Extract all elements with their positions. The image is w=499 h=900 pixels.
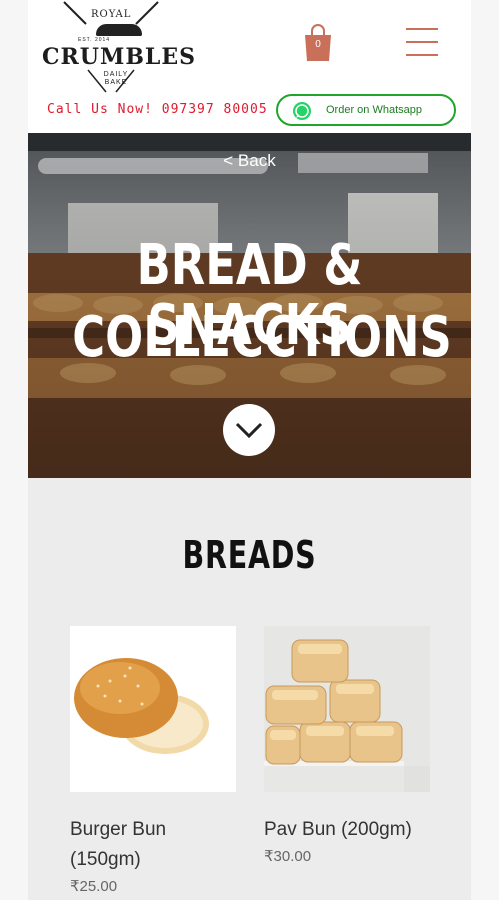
product-image[interactable] — [70, 626, 236, 792]
whatsapp-order-button[interactable]: Order on Whatsapp — [276, 94, 456, 126]
scroll-down-button[interactable] — [223, 404, 275, 456]
menu-icon-bar — [406, 28, 438, 30]
pav-bun-image — [264, 639, 430, 792]
logo-tagline: DAILY BAKE — [96, 71, 136, 87]
call-link[interactable]: Call Us Now! 097397 80005 — [47, 102, 268, 117]
logo[interactable]: ROYAL EST. 2014 CRUMBLES DAILY BAKE — [36, 0, 195, 100]
logo-name: CRUMBLES — [42, 44, 197, 70]
site-header: ROYAL EST. 2014 CRUMBLES DAILY BAKE 0 Ca… — [28, 0, 471, 133]
page-frame: ROYAL EST. 2014 CRUMBLES DAILY BAKE 0 Ca… — [28, 0, 471, 900]
chevron-down-icon — [235, 422, 263, 439]
product-card[interactable]: Burger Bun (150gm) ₹25.00 — [70, 626, 236, 895]
logo-tagline-2: BAKE — [104, 79, 128, 86]
product-name[interactable]: Burger Bun (150gm) — [70, 815, 236, 875]
back-link[interactable]: < Back — [28, 151, 471, 171]
cart-button[interactable]: 0 — [302, 24, 334, 62]
menu-button[interactable] — [406, 26, 438, 58]
whatsapp-icon — [293, 102, 311, 120]
logo-tagline-1: DAILY — [103, 71, 129, 78]
section-title: BREADS — [182, 533, 317, 577]
product-price: ₹30.00 — [264, 848, 312, 865]
logo-bread-icon — [96, 24, 142, 36]
logo-royal: ROYAL — [91, 9, 132, 20]
product-price: ₹25.00 — [70, 878, 118, 895]
logo-est: EST. 2014 — [78, 37, 111, 43]
hero-banner: < Back BREAD & SNACKS COLLECCTIONS — [28, 133, 471, 478]
product-image[interactable] — [264, 626, 430, 792]
whatsapp-label: Order on Whatsapp — [326, 104, 422, 116]
menu-icon-bar — [406, 41, 438, 43]
menu-icon-bar — [406, 54, 438, 56]
cart-count: 0 — [315, 39, 321, 50]
hero-title-line2: COLLECCTIONS — [72, 305, 452, 370]
product-card[interactable]: Pav Bun (200gm) ₹30.00 — [264, 626, 430, 865]
product-name[interactable]: Pav Bun (200gm) — [264, 815, 430, 845]
burger-bun-image — [74, 658, 209, 754]
